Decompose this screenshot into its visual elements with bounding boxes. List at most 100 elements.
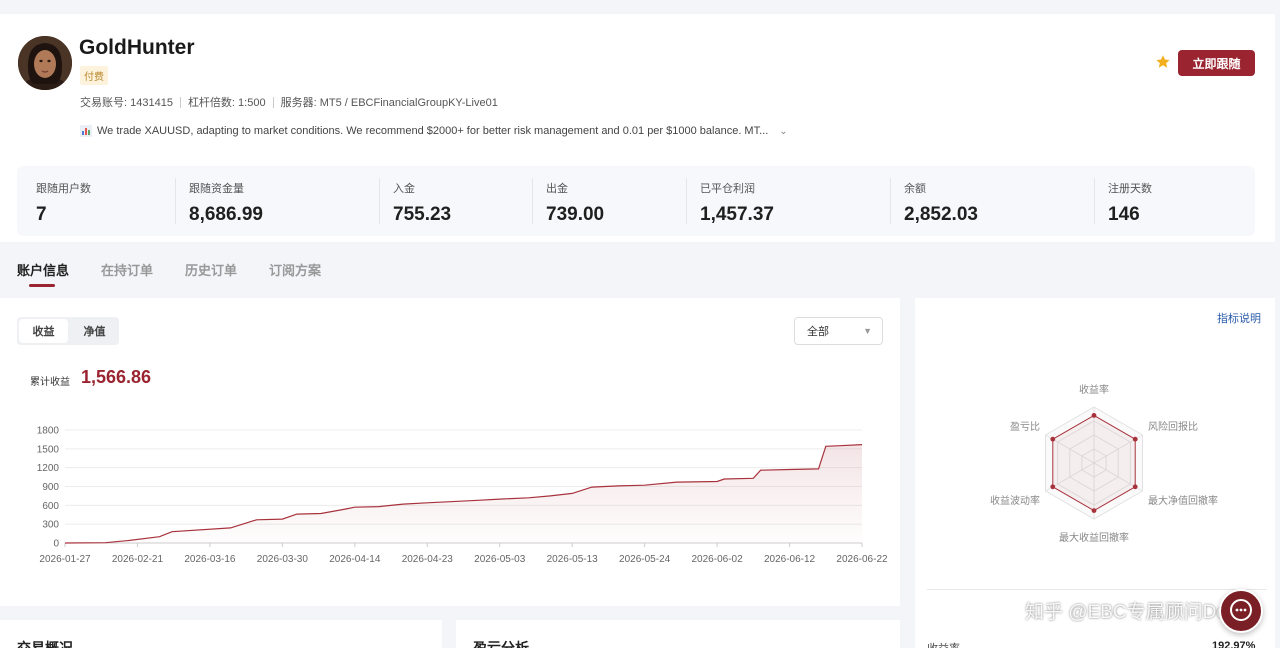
stat-withdrawal: 出金 739.00 <box>546 180 604 226</box>
radar-axis-label: 收益波动率 <box>990 494 1040 507</box>
stat-value: 739.00 <box>546 204 605 225</box>
stat-value: 2,852.03 <box>904 204 978 225</box>
x-tick-label: 2026-04-23 <box>402 554 454 565</box>
stat-divider <box>686 178 687 224</box>
stat-label: 跟随用户数 <box>36 183 91 195</box>
radar-axis-label: 收益率 <box>1079 383 1109 396</box>
stat-balance: 余额 2,852.03 <box>904 180 978 226</box>
stat-registered-days: 注册天数 146 <box>1108 180 1152 226</box>
stat-value: 1,457.37 <box>700 204 774 225</box>
card-title: 交易概况 <box>17 640 73 648</box>
tab-open-orders[interactable]: 在持订单 <box>101 260 153 287</box>
account-meta: 交易账号: 1431415 杠杆倍数: 1:500 服务器: MT5 / EBC… <box>80 94 498 110</box>
radar-value-point <box>1132 484 1138 490</box>
x-tick-label: 2026-03-16 <box>184 554 236 565</box>
trader-name: GoldHunter <box>79 36 195 59</box>
detail-tabs: 账户信息 在持订单 历史订单 订阅方案 <box>17 260 321 287</box>
server: 服务器: MT5 / EBCFinancialGroupKY-Live01 <box>280 97 498 109</box>
stat-value: 8,686.99 <box>189 204 263 225</box>
radar-value-point <box>1091 413 1097 418</box>
y-tick-label: 300 <box>42 520 59 531</box>
stat-value: 7 <box>36 204 47 225</box>
stat-follower-count: 跟随用户数 7 <box>36 180 91 226</box>
stat-label: 注册天数 <box>1108 183 1152 195</box>
chevron-down-icon: ▼ <box>863 326 872 336</box>
profit-area-chart: 0 300 600 900 1200 1500 1800 2026-01-27 2026-02-… <box>37 426 888 566</box>
radar-value-point <box>1050 436 1056 442</box>
stat-divider <box>1094 178 1095 224</box>
paid-badge: 付费 <box>80 66 108 85</box>
radar-divider <box>927 589 1267 590</box>
stat-label: 入金 <box>393 183 415 195</box>
pnl-analysis-card: 盈亏分析 <box>456 620 900 648</box>
radar-axis-label: 最大净值回撤率 <box>1148 494 1218 507</box>
chat-button[interactable] <box>1219 589 1263 633</box>
x-tick-label: 2026-03-30 <box>257 554 309 565</box>
range-select[interactable]: 全部 ▼ <box>794 317 883 345</box>
tab-subscription-plans[interactable]: 订阅方案 <box>269 260 321 287</box>
y-tick-label: 1800 <box>37 426 60 437</box>
x-tick-label: 2026-06-02 <box>692 554 744 565</box>
toggle-profit[interactable]: 收益 <box>19 319 68 343</box>
radar-summary-label: 收益率 <box>927 640 960 648</box>
bar-chart-icon <box>80 125 92 137</box>
y-tick-label: 600 <box>42 501 59 512</box>
card-title: 盈亏分析 <box>473 640 529 648</box>
radar-axis-label: 风险回报比 <box>1148 420 1198 433</box>
x-tick-label: 2026-06-12 <box>764 554 816 565</box>
radar-summary-value: 192.97% <box>1212 640 1256 648</box>
stat-divider <box>532 178 533 224</box>
stat-label: 出金 <box>546 183 568 195</box>
stat-label: 跟随资金量 <box>189 183 244 195</box>
account-number: 交易账号: 1431415 <box>80 97 173 109</box>
stat-deposit: 入金 755.23 <box>393 180 451 226</box>
stats-bar: 跟随用户数 7 跟随资金量 8,686.99 入金 755.23 出金 739.… <box>17 166 1255 236</box>
cumulative-profit-value: 1,566.86 <box>81 367 152 387</box>
series-area <box>65 444 862 543</box>
stat-value: 755.23 <box>393 204 452 225</box>
y-tick-label: 900 <box>42 482 59 493</box>
favorite-star-icon[interactable] <box>1155 54 1171 70</box>
stat-value: 146 <box>1108 204 1140 225</box>
tab-history-orders[interactable]: 历史订单 <box>185 260 237 287</box>
x-tick-label: 2026-05-13 <box>547 554 599 565</box>
cumulative-profit-label: 累计收益 <box>30 377 70 388</box>
x-tick-label: 2026-05-03 <box>474 554 526 565</box>
chart-mode-toggle: 收益 净值 <box>17 317 119 345</box>
meta-divider <box>272 96 274 108</box>
x-tick-label: 2026-06-22 <box>836 554 888 565</box>
chevron-down-icon[interactable]: ⌄ <box>779 126 787 137</box>
x-tick-label: 2026-04-14 <box>329 554 381 565</box>
radar-value-point <box>1132 436 1138 442</box>
toggle-equity[interactable]: 净值 <box>70 317 119 345</box>
x-tick-label: 2026-02-21 <box>112 554 164 565</box>
y-tick-label: 0 <box>53 539 59 550</box>
x-tick-label: 2026-05-24 <box>619 554 671 565</box>
x-tick-label: 2026-01-27 <box>39 554 91 565</box>
stat-follow-funds: 跟随资金量 8,686.99 <box>189 180 263 226</box>
meta-divider <box>179 96 181 108</box>
trading-overview-card: 交易概况 <box>0 620 442 648</box>
y-tick-label: 1500 <box>37 444 60 455</box>
stat-label: 余额 <box>904 183 926 195</box>
strategy-description[interactable]: We trade XAUUSD, adapting to market cond… <box>80 125 788 137</box>
follow-now-button[interactable]: 立即跟随 <box>1178 50 1255 76</box>
radar-axis-label: 盈亏比 <box>1010 421 1040 433</box>
tab-account-info[interactable]: 账户信息 <box>17 260 69 287</box>
radar-value-point <box>1091 508 1097 513</box>
stat-divider <box>890 178 891 224</box>
description-text: We trade XAUUSD, adapting to market cond… <box>97 125 769 137</box>
stat-closed-profit: 已平仓利润 1,457.37 <box>700 180 774 226</box>
range-select-value: 全部 <box>807 326 829 338</box>
radar-chart: 收益率风险回报比最大净值回撤率最大收益回撤率 收益波动率 盈亏比 <box>990 383 1218 544</box>
stat-label: 已平仓利润 <box>700 183 755 195</box>
chat-icon <box>1230 599 1252 621</box>
stat-divider <box>379 178 380 224</box>
metric-explanation-link[interactable]: 指标说明 <box>1217 310 1261 326</box>
radar-axis-label: 最大收益回撤率 <box>1059 531 1129 544</box>
profit-chart-card: 收益 净值 全部 ▼ 累计收益 1,566.86 0 300 600 900 1200 1… <box>0 298 900 606</box>
y-tick-label: 1200 <box>37 463 60 474</box>
trader-avatar <box>18 36 72 90</box>
trader-profile-card: GoldHunter 付费 交易账号: 1431415 杠杆倍数: 1:500 … <box>0 14 1275 242</box>
top-strip <box>0 0 1280 14</box>
